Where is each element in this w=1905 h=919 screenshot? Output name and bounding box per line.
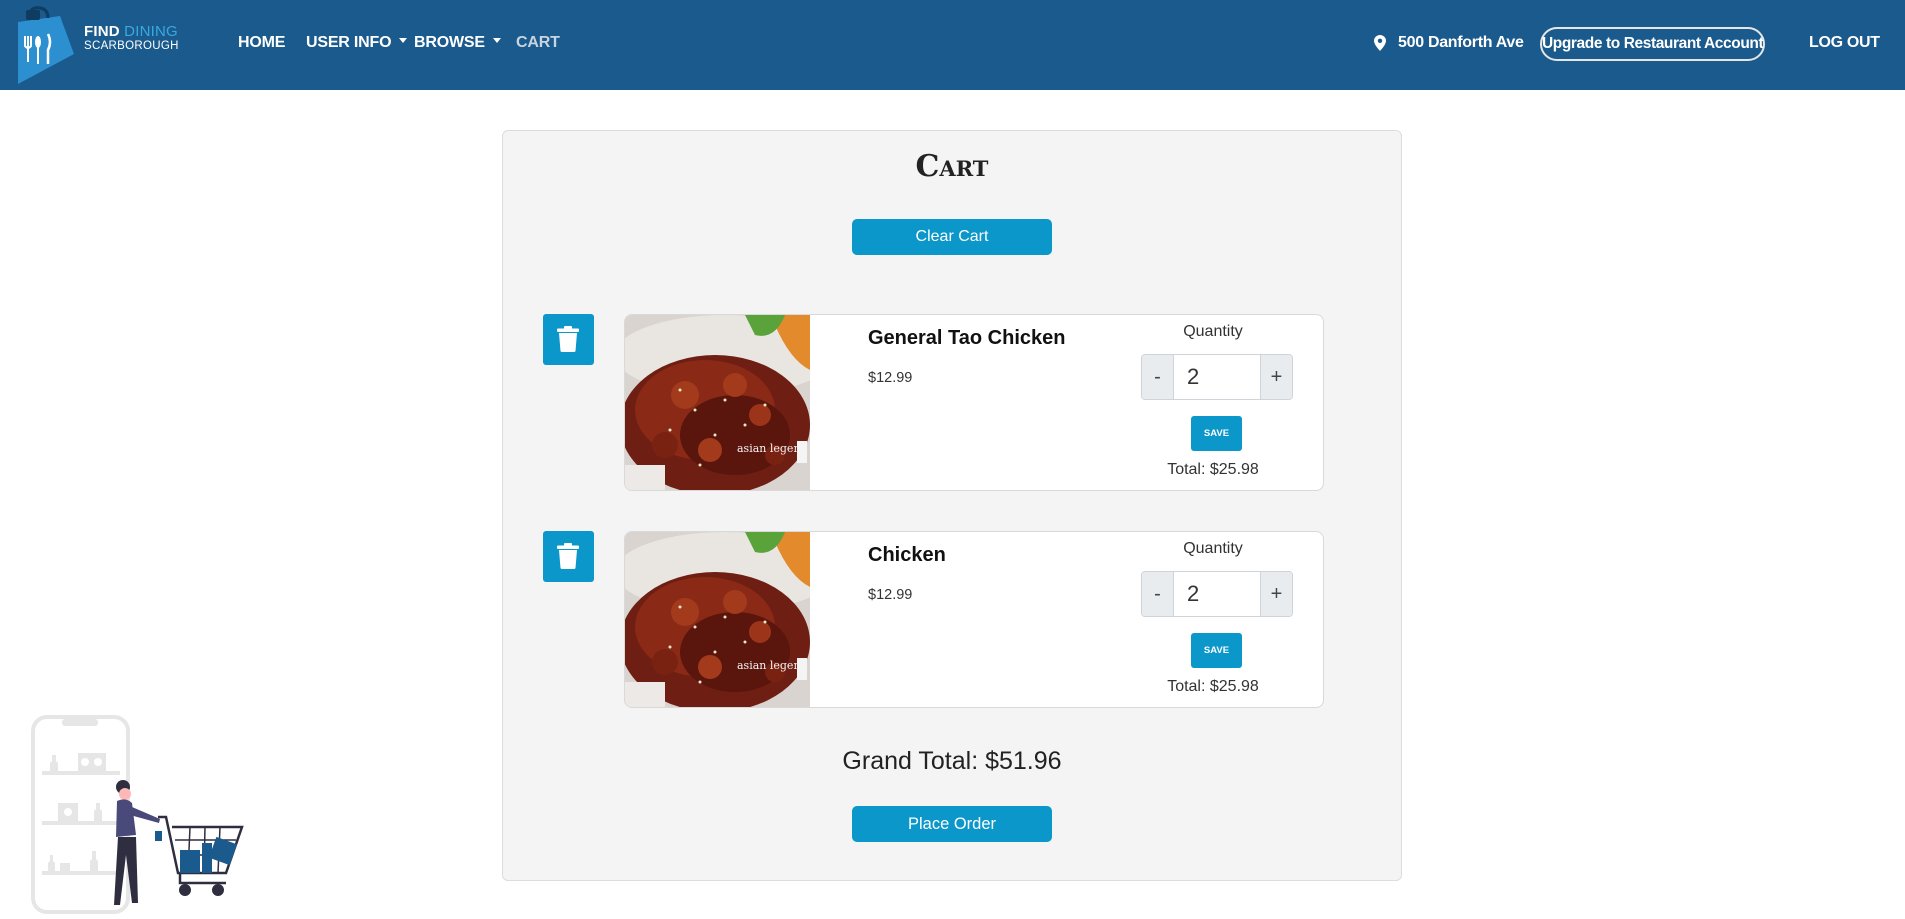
shopping-illustration <box>31 715 244 914</box>
item-total: Total: $25.98 <box>1167 461 1259 478</box>
trash-icon <box>557 326 579 352</box>
logo-subtitle: SCARBOROUGH <box>84 40 179 52</box>
save-quantity-button[interactable]: SAVE <box>1191 633 1242 668</box>
nav-cart[interactable]: CART <box>516 34 560 52</box>
location-display[interactable]: 500 Danforth Ave <box>1374 34 1524 52</box>
clear-cart-button[interactable]: Clear Cart <box>852 219 1052 255</box>
nav-home[interactable]: HOME <box>238 34 285 52</box>
shopping-bag-logo-icon <box>18 6 74 84</box>
quantity-input[interactable] <box>1174 572 1260 616</box>
item-name: Chicken <box>868 544 946 566</box>
map-pin-icon <box>1374 35 1386 51</box>
chevron-down-icon <box>399 38 408 43</box>
cart-item-card: asian legend Chicken $12.99 Quantity - +… <box>624 531 1324 708</box>
quantity-label: Quantity <box>1183 540 1243 557</box>
page-title: Cart <box>915 149 989 184</box>
cart-panel: Cart Clear Cart asian legend General Tao… <box>502 130 1402 881</box>
item-price: $12.99 <box>868 587 913 603</box>
item-name: General Tao Chicken <box>868 327 1066 349</box>
image-watermark: asian legend <box>737 442 808 455</box>
food-image: asian legend <box>625 532 810 707</box>
upgrade-account-button[interactable]: Upgrade to Restaurant Account <box>1540 27 1765 61</box>
nav-user-info[interactable]: USER INFO <box>306 34 408 52</box>
logo[interactable]: FIND DINING SCARBOROUGH <box>14 6 184 84</box>
address-text: 500 Danforth Ave <box>1398 34 1524 51</box>
remove-item-button[interactable] <box>543 314 594 365</box>
grand-total: Grand Total: $51.96 <box>842 747 1062 775</box>
quantity-label: Quantity <box>1183 323 1243 340</box>
logout-link[interactable]: LOG OUT <box>1809 34 1880 52</box>
quantity-stepper: - + <box>1141 571 1293 617</box>
decrease-quantity-button[interactable]: - <box>1142 572 1174 616</box>
trash-icon <box>557 543 579 569</box>
image-watermark: asian legend <box>737 659 808 672</box>
navbar: FIND DINING SCARBOROUGH HOME USER INFO B… <box>0 0 1905 90</box>
save-quantity-button[interactable]: SAVE <box>1191 416 1242 451</box>
quantity-stepper: - + <box>1141 354 1293 400</box>
place-order-button[interactable]: Place Order <box>852 806 1052 842</box>
quantity-input[interactable] <box>1174 355 1260 399</box>
decrease-quantity-button[interactable]: - <box>1142 355 1174 399</box>
logo-title: FIND DINING <box>84 23 178 40</box>
increase-quantity-button[interactable]: + <box>1260 355 1292 399</box>
chevron-down-icon <box>492 38 501 43</box>
cart-item-card: asian legend General Tao Chicken $12.99 … <box>624 314 1324 491</box>
remove-item-button[interactable] <box>543 531 594 582</box>
item-price: $12.99 <box>868 370 913 386</box>
item-total: Total: $25.98 <box>1167 678 1259 695</box>
food-image: asian legend <box>625 315 810 490</box>
nav-browse[interactable]: BROWSE <box>414 34 501 52</box>
increase-quantity-button[interactable]: + <box>1260 572 1292 616</box>
